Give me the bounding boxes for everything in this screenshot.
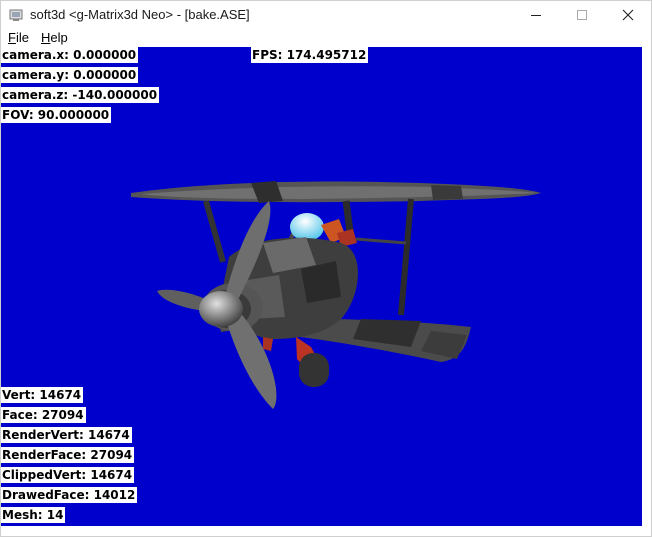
title-bar[interactable]: soft3d <g-Matrix3d Neo> - [bake.ASE]	[1, 1, 651, 29]
camera-z-readout: camera.z: -140.000000	[1, 87, 160, 103]
face-count: Face: 27094	[1, 407, 86, 423]
drawed-face-count: DrawedFace: 14012	[1, 487, 138, 503]
fov-readout: FOV: 90.000000	[1, 107, 112, 123]
render-vert-count: RenderVert: 14674	[1, 427, 132, 443]
menu-bar: File Help	[1, 29, 651, 47]
menu-file[interactable]: File	[8, 30, 29, 45]
close-icon	[622, 9, 634, 21]
maximize-icon	[577, 10, 587, 20]
vert-count: Vert: 14674	[1, 387, 84, 403]
clipped-vert-count: ClippedVert: 14674	[1, 467, 135, 483]
minimize-button[interactable]	[513, 1, 559, 29]
window-title: soft3d <g-Matrix3d Neo> - [bake.ASE]	[30, 7, 250, 22]
maximize-button[interactable]	[559, 1, 605, 29]
fps-readout: FPS: 174.495712	[251, 47, 369, 63]
camera-x-readout: camera.x: 0.000000	[1, 47, 139, 63]
render-viewport[interactable]: camera.x: 0.000000 camera.y: 0.000000 ca…	[1, 47, 642, 526]
app-icon[interactable]	[8, 7, 24, 23]
menu-help[interactable]: Help	[41, 30, 68, 45]
camera-y-readout: camera.y: 0.000000	[1, 67, 139, 83]
render-face-count: RenderFace: 27094	[1, 447, 135, 463]
mesh-count: Mesh: 14	[1, 507, 66, 523]
minimize-icon	[531, 15, 541, 16]
close-button[interactable]	[605, 1, 651, 29]
window-border-right	[642, 47, 651, 526]
app-window: soft3d <g-Matrix3d Neo> - [bake.ASE] Fil…	[0, 0, 652, 537]
window-border-bottom	[1, 526, 651, 536]
